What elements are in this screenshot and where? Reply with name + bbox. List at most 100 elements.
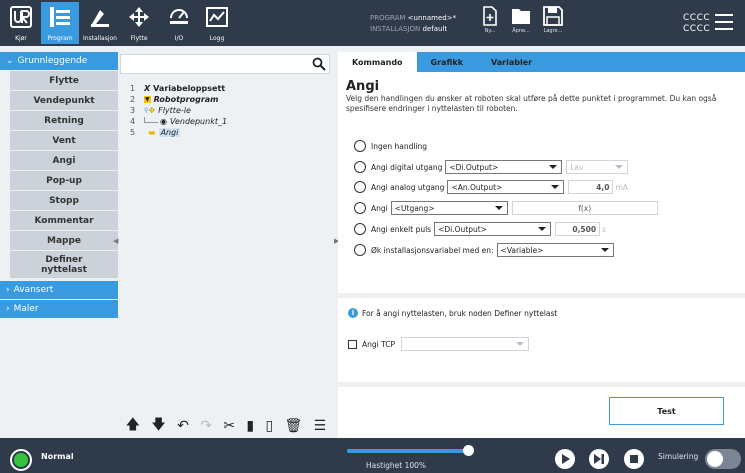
analog-unit: mA — [615, 182, 628, 192]
move-up-icon[interactable]: 🡅 — [126, 414, 140, 438]
option-digital-output[interactable]: Angi digital utgang <Di.Output> Lav — [354, 159, 629, 175]
node-define-payload[interactable]: Definer nyttelast — [10, 251, 118, 279]
dropdown-arrow-icon — [600, 248, 609, 252]
new-file-button[interactable]: Ny... — [474, 6, 506, 42]
suppress-icon[interactable]: ☰ — [314, 418, 327, 434]
node-stop[interactable]: Stopp — [10, 191, 118, 211]
option-digital-output-label: Angi digital utgang — [371, 162, 443, 172]
node-set[interactable]: Angi — [10, 151, 118, 171]
delete-icon[interactable]: 🗑 — [285, 418, 303, 434]
stop-icon — [630, 455, 638, 463]
tree-line[interactable]: 4 ◉ Vendepunkt_1 — [130, 116, 227, 127]
node-folder[interactable]: Mappe — [10, 231, 118, 251]
nav-log-button[interactable]: Logg — [198, 2, 236, 44]
option-increase-variable[interactable]: Øk installasjonsvariabel med en: <Variab… — [354, 242, 614, 258]
step-icon — [594, 454, 604, 464]
nav-move-button[interactable]: Flytte — [120, 2, 158, 44]
test-button[interactable]: Test — [609, 397, 724, 425]
search-input[interactable] — [120, 54, 330, 74]
radio-single-pulse[interactable] — [354, 223, 366, 235]
tree-node-label: Robotprogram — [153, 95, 219, 104]
paste-icon[interactable]: ▯ — [265, 418, 273, 434]
set-tcp-checkbox[interactable] — [348, 339, 357, 349]
dropdown-arrow-icon — [551, 185, 560, 189]
stop-button[interactable] — [624, 449, 644, 469]
tree-line[interactable]: 1 X Variabeloppsett — [130, 83, 227, 94]
simulation-toggle[interactable] — [705, 449, 741, 469]
robot-name-line-1: CCCC — [683, 13, 711, 23]
set-expression-input[interactable]: f(x) — [511, 201, 658, 215]
category-basic[interactable]: ⌄ Grunnleggende — [0, 52, 118, 70]
radio-no-action[interactable] — [354, 140, 366, 152]
ur-logo-icon — [10, 6, 32, 28]
increase-variable-select[interactable]: <Variable> — [496, 243, 614, 257]
nav-program-button[interactable]: Program — [41, 2, 79, 44]
new-file-icon — [483, 6, 497, 26]
payload-info-text: For å angi nyttelasten, bruk noden Defin… — [362, 308, 558, 318]
move-icon — [129, 7, 149, 27]
category-templates[interactable]: › Maler — [0, 300, 118, 318]
node-move[interactable]: Flytte — [10, 71, 118, 91]
simulation-label: Simulering — [658, 452, 699, 461]
option-single-pulse[interactable]: Angi enkelt puls <Di.Output> 0,500 s — [354, 221, 606, 237]
digital-value-select[interactable]: Lav — [566, 160, 629, 174]
save-file-button[interactable]: Lagre... — [537, 6, 569, 42]
nav-installation-button[interactable]: Installasjon — [81, 2, 119, 44]
program-info: PROGRAM <unnamed>* INSTALLASJON default — [370, 13, 456, 35]
analog-value-input[interactable]: 4,0 — [568, 180, 614, 194]
radio-digital-output[interactable] — [354, 161, 366, 173]
node-popup[interactable]: Pop-up — [10, 171, 118, 191]
tree-line[interactable]: 2 ▼ Robotprogram — [130, 94, 227, 105]
set-output-select[interactable]: <Utgang> — [390, 201, 508, 215]
redo-icon[interactable]: ↷ — [200, 418, 212, 434]
robot-status-button[interactable] — [10, 449, 32, 471]
tab-variables[interactable]: Variabler — [477, 52, 546, 72]
bottom-bar: Normal Hastighet 100% Simulering — [0, 438, 745, 473]
set-node-icon: ▬ — [148, 128, 156, 137]
option-analog-output-label: Angi analog utgang — [371, 182, 445, 192]
tab-command[interactable]: Kommando — [338, 52, 417, 72]
tcp-select[interactable] — [401, 337, 530, 351]
search-icon[interactable] — [312, 57, 326, 71]
nav-io-button[interactable]: I/O — [160, 2, 198, 44]
tree-line-selected[interactable]: 5 ▬ Angi — [130, 127, 227, 138]
installation-name: default — [422, 25, 448, 33]
tab-graphics[interactable]: Grafikk — [417, 52, 477, 72]
cut-icon[interactable]: ✂ — [223, 418, 235, 434]
step-button[interactable] — [589, 449, 609, 469]
undo-icon[interactable]: ↶ — [177, 418, 189, 434]
move-down-icon[interactable]: 🡇 — [151, 414, 165, 438]
set-tcp-label: Angi TCP — [362, 339, 396, 349]
digital-output-select[interactable]: <Di.Output> — [445, 160, 563, 174]
chevron-right-icon: › — [6, 304, 10, 314]
category-advanced[interactable]: › Avansert — [0, 281, 118, 299]
play-button[interactable] — [555, 449, 575, 469]
copy-icon[interactable]: ▮ — [246, 418, 254, 434]
waypoint-icon: ◉ — [160, 117, 167, 126]
analog-output-select[interactable]: <An.Output> — [447, 180, 565, 194]
hamburger-menu-icon[interactable] — [715, 14, 733, 35]
radio-increase-variable[interactable] — [354, 244, 366, 256]
robot-name: CCCC CCCC — [683, 13, 710, 35]
expand-triangle-icon: ▼ — [144, 96, 151, 103]
pulse-output-select[interactable]: <Di.Output> — [434, 222, 552, 236]
node-wait[interactable]: Vent — [10, 131, 118, 151]
option-set[interactable]: Angi <Utgang> f(x) — [354, 200, 658, 216]
line-number: 2 — [130, 95, 136, 104]
tree-node-label: Variabeloppsett — [153, 84, 226, 93]
speed-label: Hastighet 100% — [366, 461, 427, 470]
option-analog-output[interactable]: Angi analog utgang <An.Output> 4,0 mA — [354, 179, 628, 195]
radio-analog-output[interactable] — [354, 181, 366, 193]
speed-slider[interactable] — [347, 445, 474, 456]
pulse-duration-input[interactable]: 0,500 — [555, 222, 601, 236]
radio-set[interactable] — [354, 202, 366, 214]
open-file-button[interactable]: Åpne... — [505, 6, 537, 42]
node-direction[interactable]: Retning — [10, 111, 118, 131]
node-waypoint[interactable]: Vendepunkt — [10, 91, 118, 111]
line-number: 1 — [130, 84, 136, 93]
node-comment[interactable]: Kommentar — [10, 211, 118, 231]
option-no-action[interactable]: Ingen handling — [354, 138, 427, 154]
tree-line[interactable]: 3 ⚲ ✥ Flytte-le — [130, 105, 227, 116]
speed-slider-handle[interactable] — [463, 445, 474, 456]
nav-run-button[interactable]: Kjør — [2, 2, 40, 44]
